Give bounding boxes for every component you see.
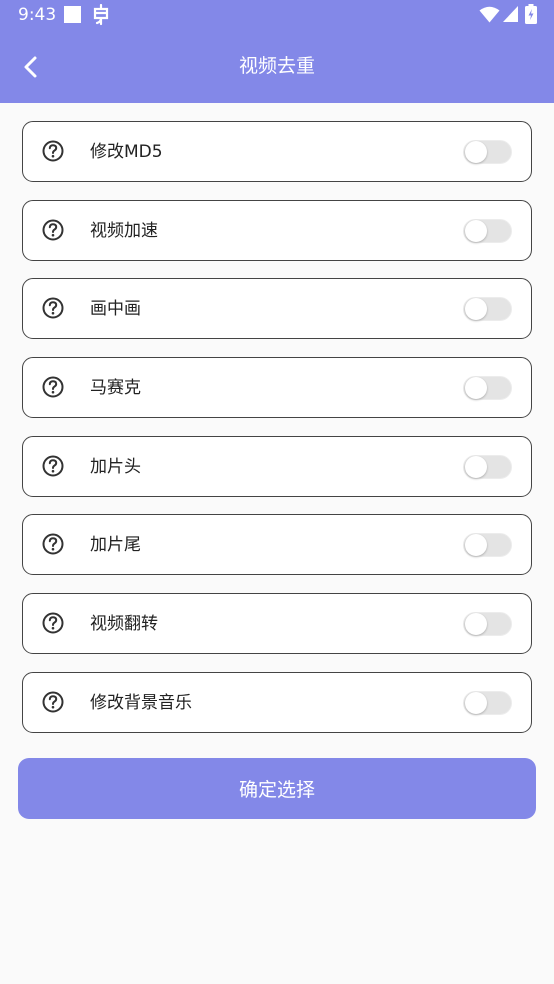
- option-item-video-flip: 视频翻转: [22, 593, 532, 655]
- toggle-knob: [465, 613, 487, 636]
- question-mark-circle-icon[interactable]: [42, 219, 64, 241]
- page-title: 视频去重: [238, 55, 315, 77]
- video-flip-toggle[interactable]: [463, 612, 512, 637]
- option-label: 画中画: [90, 299, 141, 320]
- option-item-modify-md5: 修改MD5: [22, 121, 532, 182]
- question-mark-circle-icon[interactable]: [42, 140, 64, 162]
- mosaic-toggle[interactable]: [463, 376, 512, 401]
- toggle-knob: [465, 691, 487, 714]
- options-list: 修改MD5 视频加速 画中画 马赛克 加片头 加片尾 视频翻转 修改背景音乐: [22, 121, 532, 751]
- video-speedup-toggle[interactable]: [463, 218, 512, 243]
- option-item-add-outro: 加片尾: [22, 514, 532, 576]
- option-label: 视频加速: [90, 220, 158, 241]
- option-item-picture-in-picture: 画中画: [22, 278, 532, 340]
- toggle-knob: [465, 534, 487, 557]
- change-bgm-toggle[interactable]: [463, 690, 512, 715]
- status-bar: 9:43: [0, 0, 554, 32]
- wifi-icon: [479, 6, 500, 23]
- option-label: 马赛克: [90, 378, 141, 399]
- cellular-signal-icon: [503, 6, 518, 22]
- option-label: 修改MD5: [90, 142, 163, 162]
- question-mark-circle-icon[interactable]: [42, 455, 64, 477]
- toggle-knob: [465, 298, 487, 321]
- option-label: 加片头: [90, 456, 141, 477]
- status-time: 9:43: [18, 5, 57, 25]
- question-mark-circle-icon[interactable]: [42, 691, 64, 713]
- option-label: 视频翻转: [90, 614, 158, 635]
- toggle-knob: [465, 219, 487, 242]
- question-mark-circle-icon[interactable]: [42, 612, 64, 634]
- debug-bug-icon: [93, 4, 109, 26]
- picture-in-picture-toggle[interactable]: [463, 297, 512, 322]
- confirm-selection-button[interactable]: 确定选择: [18, 758, 536, 819]
- modify-md5-toggle[interactable]: [463, 140, 512, 164]
- option-item-change-bgm: 修改背景音乐: [22, 671, 532, 733]
- question-mark-circle-icon[interactable]: [42, 297, 64, 319]
- video-dedup-screen: 9:43 视频去重 修改MD5 视频加速 画中画 马赛克 加片头 加片尾 视频翻…: [0, 0, 554, 984]
- option-label: 加片尾: [90, 535, 141, 556]
- question-mark-circle-icon[interactable]: [42, 533, 64, 555]
- option-label: 修改背景音乐: [90, 692, 192, 713]
- add-outro-toggle[interactable]: [463, 533, 512, 558]
- option-item-add-intro: 加片头: [22, 435, 532, 497]
- app-header: 9:43 视频去重: [0, 0, 554, 103]
- option-item-video-speedup: 视频加速: [22, 199, 532, 261]
- toggle-knob: [465, 141, 487, 163]
- option-item-mosaic: 马赛克: [22, 357, 532, 419]
- add-intro-toggle[interactable]: [463, 454, 512, 479]
- toggle-knob: [465, 455, 487, 478]
- battery-charging-icon: [525, 4, 537, 24]
- notification-square-icon: [64, 6, 81, 23]
- question-mark-circle-icon[interactable]: [42, 376, 64, 398]
- toggle-knob: [465, 377, 487, 400]
